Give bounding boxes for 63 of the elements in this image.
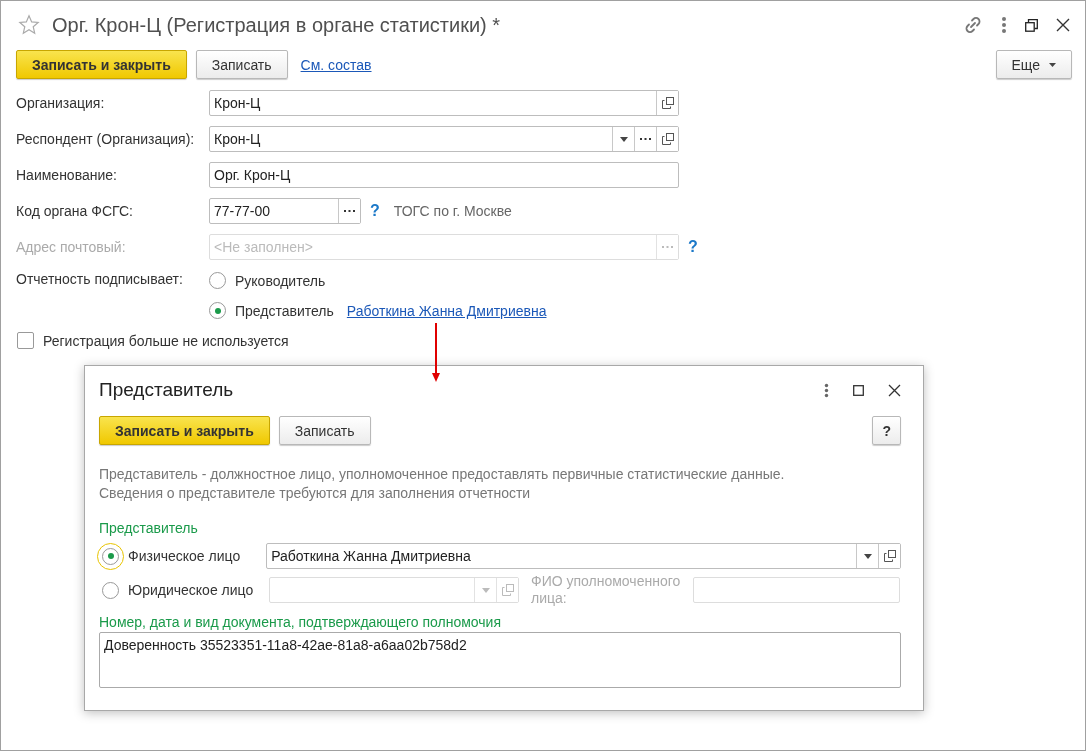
ellipsis-icon bbox=[344, 209, 355, 213]
ellipsis-icon bbox=[640, 137, 651, 141]
input-field[interactable]: Крон-Ц bbox=[209, 126, 679, 152]
help-link[interactable]: ? bbox=[370, 202, 380, 220]
dialog-title: Представитель bbox=[99, 379, 234, 401]
text-input[interactable]: Крон-Ц bbox=[210, 127, 612, 151]
copy-icon bbox=[661, 97, 674, 109]
copy-icon bbox=[501, 584, 514, 596]
description-text: Представитель - должностное лицо, уполномоченное предоставлять первичные статистические данные. bbox=[99, 465, 786, 484]
composition-link[interactable]: См. состав bbox=[300, 56, 372, 73]
field-label: Код органа ФСГС: bbox=[16, 203, 134, 219]
close-icon[interactable] bbox=[888, 383, 901, 397]
open-button[interactable] bbox=[656, 91, 678, 115]
save-button[interactable]: Записать bbox=[195, 50, 288, 79]
radio-label[interactable]: Физическое лицо bbox=[128, 548, 267, 564]
save-button[interactable]: Записать bbox=[278, 416, 371, 445]
caret-icon bbox=[481, 587, 490, 593]
description-text: Сведения о представителе требуются для заполнения отчетности bbox=[99, 484, 532, 503]
caret-icon bbox=[863, 553, 872, 559]
radio-label[interactable]: Юридическое лицо bbox=[128, 582, 269, 598]
field-label: Адрес почтовый: bbox=[16, 239, 127, 255]
field-note: ТОГС по г. Москве bbox=[393, 203, 512, 219]
caret-icon bbox=[1049, 62, 1056, 67]
representative-link[interactable]: Работкина Жанна Дмитриевна bbox=[346, 302, 547, 319]
open-button[interactable] bbox=[878, 544, 900, 568]
caret-icon bbox=[619, 136, 628, 142]
field-label: Отчетность подписывает: bbox=[16, 271, 184, 289]
section-heading: Номер, дата и вид документа, подтверждающего полномочия bbox=[99, 614, 502, 630]
section-heading: Представитель bbox=[99, 520, 199, 536]
more-button[interactable]: Еще bbox=[995, 50, 1072, 79]
close-icon[interactable] bbox=[1056, 18, 1070, 32]
arrow-annotation bbox=[431, 323, 441, 383]
star-icon[interactable] bbox=[18, 14, 40, 36]
checkbox-label[interactable]: Регистрация больше не используется bbox=[43, 332, 289, 349]
radio-button[interactable] bbox=[102, 581, 119, 599]
open-button[interactable] bbox=[656, 127, 678, 151]
input-field[interactable]: Орг. Крон-Ц bbox=[209, 162, 679, 188]
text-input[interactable]: 77-77-00 bbox=[210, 199, 338, 223]
field-label: Организация: bbox=[16, 95, 106, 111]
radio-button[interactable] bbox=[209, 272, 226, 289]
radio-button[interactable] bbox=[102, 547, 119, 565]
radio-label[interactable]: Руководитель bbox=[235, 272, 326, 289]
input-field[interactable]: 77-77-00 bbox=[209, 198, 361, 224]
field-label: Наименование: bbox=[16, 167, 118, 183]
agent-label: ФИО уполномоченного лица: bbox=[531, 573, 682, 607]
link-icon[interactable] bbox=[963, 15, 983, 35]
save-and-close-button[interactable]: Записать и закрыть bbox=[16, 50, 187, 79]
document-field[interactable]: Доверенность 35523351-11a8-42ae-81a8-a6aa02b758d2 bbox=[99, 632, 901, 688]
save-and-close-button[interactable]: Записать и закрыть bbox=[99, 416, 270, 445]
radio-label[interactable]: Представитель bbox=[235, 302, 334, 319]
window-title: Орг. Крон-Ц (Регистрация в органе статистики) * bbox=[52, 13, 501, 37]
maximize-icon[interactable] bbox=[853, 384, 864, 396]
copy-icon bbox=[883, 550, 896, 562]
copy-icon bbox=[661, 133, 674, 145]
radio-button[interactable] bbox=[209, 302, 226, 319]
select-button[interactable] bbox=[338, 199, 360, 223]
restore-icon[interactable] bbox=[1025, 18, 1038, 32]
checkbox[interactable] bbox=[17, 332, 34, 349]
more-icon[interactable] bbox=[1001, 16, 1007, 34]
field-label: Респондент (Организация): bbox=[16, 131, 196, 147]
help-button[interactable]: ? bbox=[872, 416, 901, 445]
ellipsis-icon bbox=[662, 245, 673, 249]
more-icon[interactable] bbox=[824, 382, 829, 398]
